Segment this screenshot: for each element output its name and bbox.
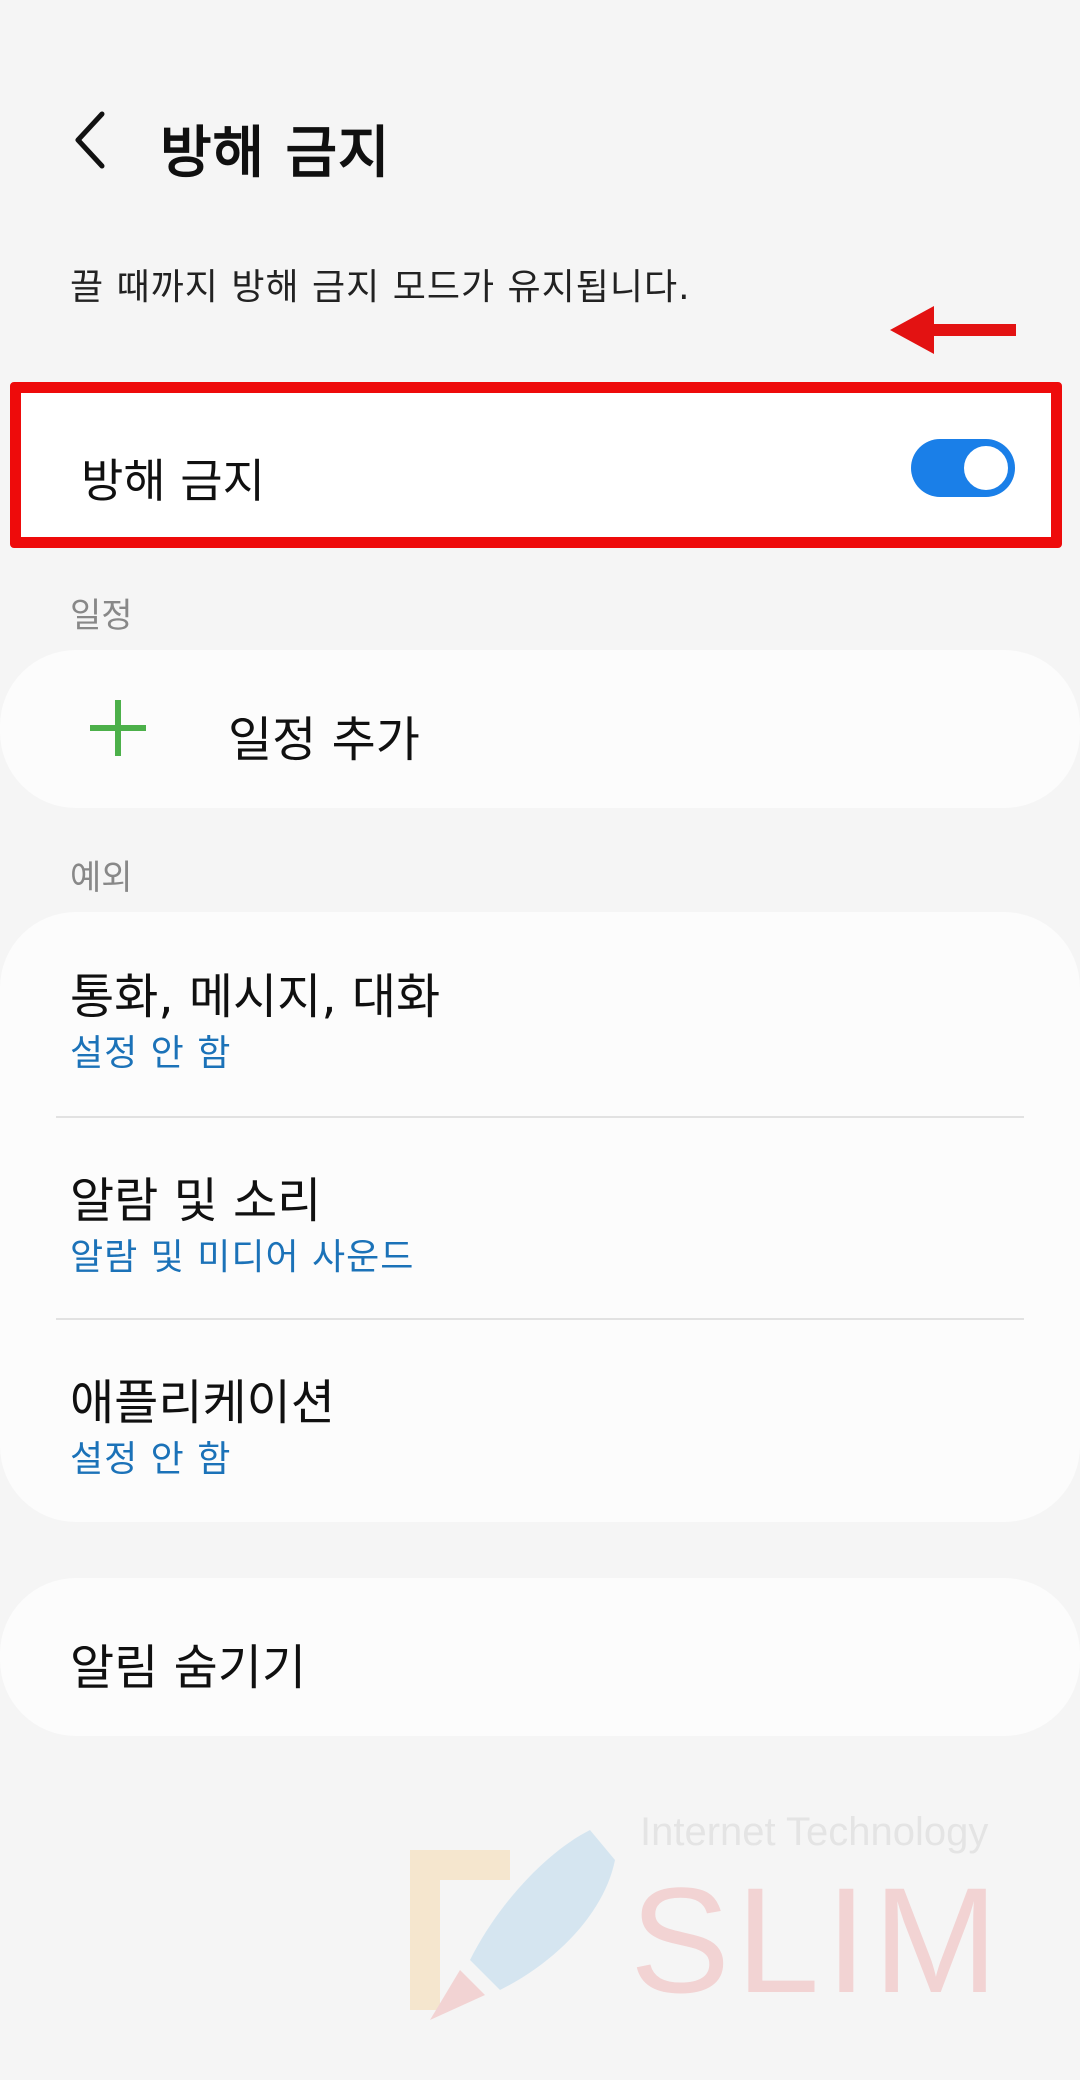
watermark-subtitle: Internet Technology <box>640 1810 989 1854</box>
dnd-toggle-row[interactable]: 방해 금지 <box>10 382 1062 548</box>
exception-item-apps[interactable]: 애플리케이션 설정 안 함 <box>0 1318 1080 1518</box>
rocket-logo-icon <box>410 1830 615 2020</box>
annotation-arrow-icon <box>890 306 1016 354</box>
dnd-toggle-switch[interactable] <box>911 439 1015 497</box>
exception-item-status: 설정 안 함 <box>70 1033 232 1074</box>
hide-notifications-card[interactable]: 알림 숨기기 <box>0 1578 1080 1736</box>
exception-item-status: 알람 및 미디어 사운드 <box>70 1237 415 1278</box>
watermark-brand: SLIM <box>630 1856 1005 2024</box>
section-label-exceptions: 예외 <box>70 858 133 898</box>
page-title: 방해 금지 <box>160 121 391 186</box>
add-schedule-card[interactable]: 일정 추가 <box>0 650 1080 808</box>
hide-notifications-label: 알림 숨기기 <box>70 1640 307 1696</box>
exceptions-card: 통화, 메시지, 대화 설정 안 함 알람 및 소리 알람 및 미디어 사운드 … <box>0 912 1080 1522</box>
exception-item-alarms[interactable]: 알람 및 소리 알람 및 미디어 사운드 <box>0 1116 1080 1316</box>
watermark: Internet Technology SLIM <box>390 1810 1040 2040</box>
exception-item-title: 알람 및 소리 <box>70 1173 322 1229</box>
exception-item-status: 설정 안 함 <box>70 1439 232 1480</box>
dnd-label: 방해 금지 <box>81 454 265 508</box>
add-schedule-label: 일정 추가 <box>228 712 420 768</box>
mode-description: 끌 때까지 방해 금지 모드가 유지됩니다. <box>70 267 691 308</box>
section-label-schedule: 일정 <box>70 596 133 636</box>
exception-item-title: 통화, 메시지, 대화 <box>70 969 441 1025</box>
toggle-knob <box>961 443 1011 493</box>
exception-item-title: 애플리케이션 <box>70 1375 335 1431</box>
exception-item-calls[interactable]: 통화, 메시지, 대화 설정 안 함 <box>0 912 1080 1112</box>
back-button[interactable] <box>60 108 120 172</box>
header: 방해 금지 <box>0 90 1080 190</box>
chevron-left-icon <box>75 111 105 169</box>
plus-icon <box>90 700 146 756</box>
